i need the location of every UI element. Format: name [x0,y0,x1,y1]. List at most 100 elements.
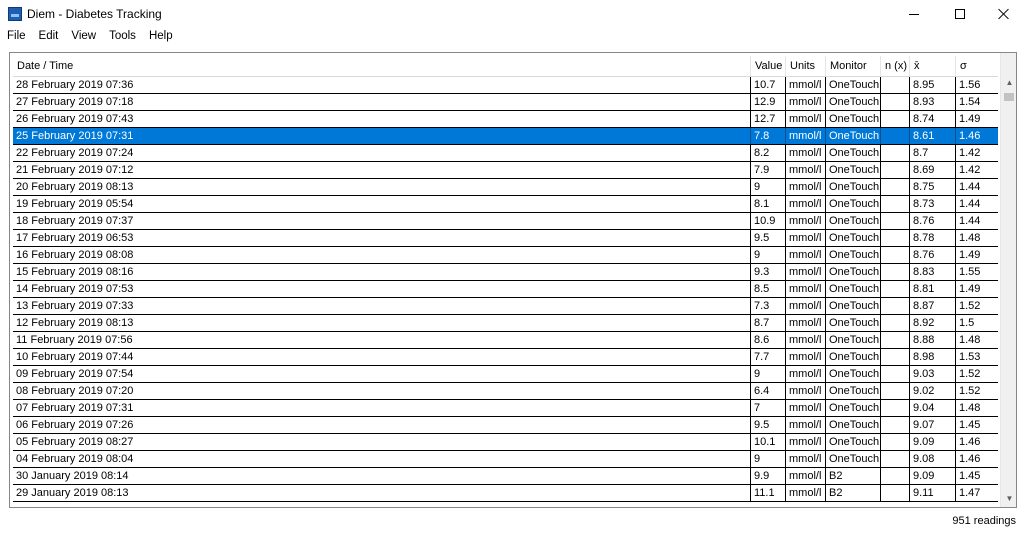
readings-table[interactable]: Date / Time Value Units Monitor n (x) x̄… [9,52,1017,508]
cell-monitor: OneTouch [826,94,881,110]
cell-monitor: OneTouch [826,230,881,246]
cell-datetime: 04 February 2019 08:04 [13,451,751,467]
cell-datetime: 19 February 2019 05:54 [13,196,751,212]
table-row[interactable]: 18 February 2019 07:37 10.9 mmol/l OneTouch… [13,213,998,230]
cell-stddev: 1.49 [959,113,981,125]
title-bar[interactable]: Diem - Diabetes Tracking [0,0,1024,28]
table-row[interactable]: 10 February 2019 07:44 7.7 mmol/l OneTouch 8… [13,349,998,366]
table-row[interactable]: 30 January 2019 08:14 9.9 mmol/l B2 9.09 1.45 [13,468,998,485]
table-row[interactable]: 09 February 2019 07:54 9 mmol/l OneTouch 9.0… [13,366,998,383]
cell-mean: 9.08 [910,451,956,467]
cell-n [881,213,910,229]
cell-monitor: OneTouch [826,434,881,450]
scroll-down-icon[interactable]: ▼ [1001,490,1016,507]
cell-monitor: OneTouch [826,298,881,314]
menu-tools[interactable]: Tools [102,28,142,46]
column-header-mean[interactable]: x̄ [910,56,956,77]
cell-stddev: 1.46 [959,436,981,448]
cell-value: 9.5 [751,417,786,433]
table-row[interactable]: 16 February 2019 08:08 9 mmol/l OneTouch 8.7… [13,247,998,264]
close-icon [998,8,1010,20]
diem-app-icon[interactable] [8,7,22,21]
cell-value: 9 [751,366,786,382]
cell-monitor: OneTouch [826,145,881,161]
minimize-icon [909,13,919,15]
cell-mean: 8.83 [910,264,956,280]
cell-units: mmol/l [786,451,826,467]
cell-value: 8.2 [751,145,786,161]
column-header-stddev[interactable]: σ [956,56,998,77]
cell-datetime: 08 February 2019 07:20 [13,383,751,399]
table-row[interactable]: 11 February 2019 07:56 8.6 mmol/l OneTouch 8… [13,332,998,349]
table-row[interactable]: 13 February 2019 07:33 7.3 mmol/l OneTouch 8… [13,298,998,315]
table-row[interactable]: 22 February 2019 07:24 8.2 mmol/l OneTouch 8… [13,145,998,162]
table-row[interactable]: 20 February 2019 08:13 9 mmol/l OneTouch 8.7… [13,179,998,196]
cell-stddev: 1.48 [959,402,981,414]
maximize-button[interactable] [937,0,983,28]
menu-view[interactable]: View [64,28,102,46]
table-row[interactable]: 28 February 2019 07:36 10.7 mmol/l OneTouch… [13,77,998,94]
table-row[interactable]: 07 February 2019 07:31 7 mmol/l OneTouch 9.0… [13,400,998,417]
vertical-scrollbar[interactable]: ▲ ▼ [1000,53,1016,507]
cell-units: mmol/l [786,230,826,246]
cell-value: 9.3 [751,264,786,280]
table-row[interactable]: 17 February 2019 06:53 9.5 mmol/l OneTouch 8… [13,230,998,247]
column-header-n[interactable]: n (x) [881,56,910,77]
cell-n [881,281,910,297]
table-row[interactable]: 25 February 2019 07:31 7.8 mmol/l OneTouch 8… [13,128,998,145]
table-row[interactable]: 15 February 2019 08:16 9.3 mmol/l OneTouch 8… [13,264,998,281]
cell-datetime: 13 February 2019 07:33 [13,298,751,314]
table-row[interactable]: 04 February 2019 08:04 9 mmol/l OneTouch 9.0… [13,451,998,468]
cell-stddev: 1.45 [959,419,981,431]
cell-units: mmol/l [786,145,826,161]
table-row[interactable]: 26 February 2019 07:43 12.7 mmol/l OneTouch… [13,111,998,128]
cell-value: 9 [751,451,786,467]
cell-datetime: 30 January 2019 08:14 [13,468,751,484]
cell-units: mmol/l [786,94,826,110]
cell-units: mmol/l [786,298,826,314]
table-row[interactable]: 21 February 2019 07:12 7.9 mmol/l OneTouch 8… [13,162,998,179]
table-row[interactable]: 27 February 2019 07:18 12.9 mmol/l OneTouch… [13,94,998,111]
cell-mean: 8.61 [910,128,956,144]
scroll-thumb[interactable] [1004,93,1014,101]
cell-mean: 9.07 [910,417,956,433]
cell-stddev: 1.55 [959,266,981,278]
cell-monitor: OneTouch [826,213,881,229]
table-row[interactable]: 14 February 2019 07:53 8.5 mmol/l OneTouch 8… [13,281,998,298]
cell-datetime: 06 February 2019 07:26 [13,417,751,433]
table-row[interactable]: 12 February 2019 08:13 8.7 mmol/l OneTouch 8… [13,315,998,332]
cell-monitor: OneTouch [826,383,881,399]
table-row[interactable]: 06 February 2019 07:26 9.5 mmol/l OneTouch 9… [13,417,998,434]
cell-value: 7 [751,400,786,416]
cell-n [881,111,910,127]
menu-help[interactable]: Help [142,28,179,46]
window-title: Diem - Diabetes Tracking [27,7,162,21]
menu-file[interactable]: File [0,28,32,46]
cell-monitor: OneTouch [826,281,881,297]
column-header-units[interactable]: Units [786,56,826,77]
cell-datetime: 05 February 2019 08:27 [13,434,751,450]
close-button[interactable] [983,0,1024,28]
table-row[interactable]: 05 February 2019 08:27 10.1 mmol/l OneTouch… [13,434,998,451]
cell-value: 8.6 [751,332,786,348]
readings-grid: Date / Time Value Units Monitor n (x) x̄… [13,56,998,507]
cell-stddev: 1.45 [959,470,981,482]
cell-stddev: 1.46 [959,130,981,142]
cell-datetime: 29 January 2019 08:13 [13,485,751,501]
table-row[interactable]: 29 January 2019 08:13 11.1 mmol/l B2 9.11 1.4… [13,485,998,502]
scroll-up-icon[interactable]: ▲ [1001,74,1016,91]
cell-monitor: OneTouch [826,247,881,263]
column-header-value[interactable]: Value [751,56,786,77]
cell-n [881,315,910,331]
column-header-datetime[interactable]: Date / Time [13,56,751,77]
cell-n [881,332,910,348]
column-header-monitor[interactable]: Monitor [826,56,881,77]
minimize-button[interactable] [891,0,937,28]
cell-mean: 8.78 [910,230,956,246]
cell-monitor: OneTouch [826,77,881,93]
cell-units: mmol/l [786,434,826,450]
menu-edit[interactable]: Edit [32,28,65,46]
cell-monitor: OneTouch [826,332,881,348]
table-row[interactable]: 19 February 2019 05:54 8.1 mmol/l OneTouch 8… [13,196,998,213]
table-row[interactable]: 08 February 2019 07:20 6.4 mmol/l OneTouch 9… [13,383,998,400]
